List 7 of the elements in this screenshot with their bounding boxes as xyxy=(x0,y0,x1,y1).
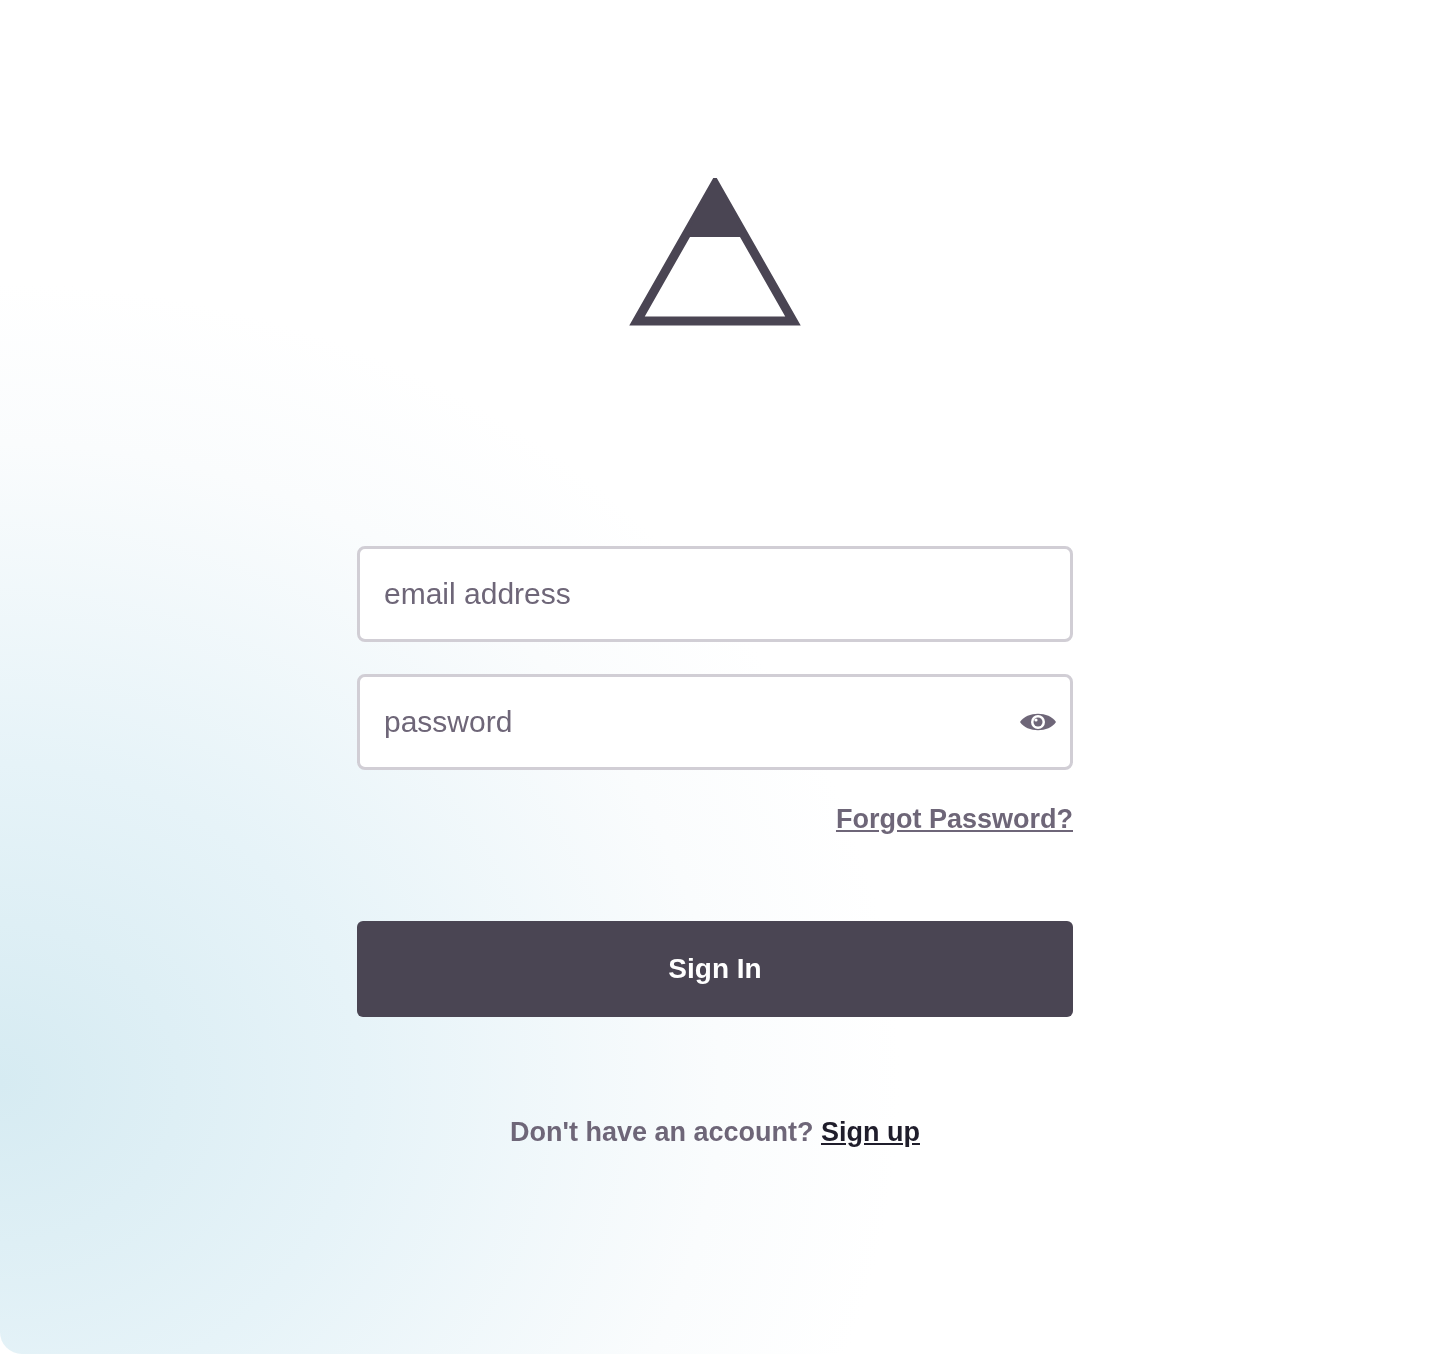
sign-up-link[interactable]: Sign up xyxy=(821,1117,920,1147)
email-field[interactable]: email address xyxy=(357,546,1073,642)
forgot-password-link[interactable]: Forgot Password? xyxy=(836,804,1073,835)
sign-in-button[interactable]: Sign In xyxy=(357,921,1073,1017)
signup-prompt: Don't have an account? Sign up xyxy=(509,1117,921,1148)
logo-icon xyxy=(629,178,801,328)
password-field[interactable]: password xyxy=(357,674,1073,770)
